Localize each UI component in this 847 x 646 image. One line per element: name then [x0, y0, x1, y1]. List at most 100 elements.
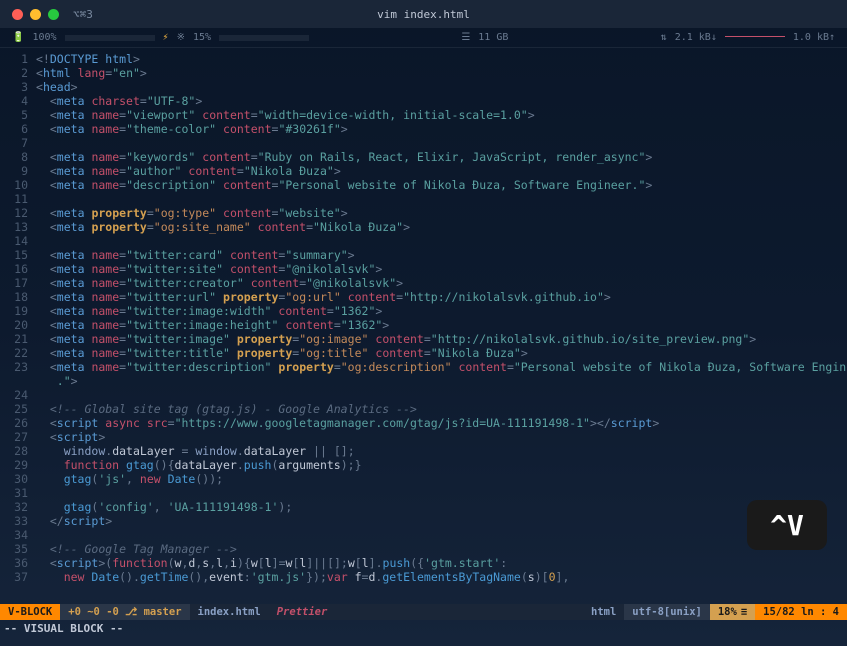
minimize-icon[interactable] — [30, 9, 41, 20]
code-content[interactable]: ."> — [36, 374, 847, 388]
code-line[interactable]: 35 <!-- Google Tag Manager --> — [0, 542, 847, 556]
code-content[interactable] — [36, 528, 847, 542]
code-line[interactable]: 26 <script async src="https://www.google… — [0, 416, 847, 430]
line-number: 6 — [0, 122, 36, 136]
code-content[interactable]: <meta name="keywords" content="Ruby on R… — [36, 150, 847, 164]
code-content[interactable]: </script> — [36, 514, 847, 528]
vim-statusline: V-BLOCK +0 ~0 -0 ⎇ master index.html Pre… — [0, 604, 847, 620]
code-content[interactable]: <meta name="viewport" content="width=dev… — [36, 108, 847, 122]
code-line[interactable]: 16 <meta name="twitter:site" content="@n… — [0, 262, 847, 276]
code-content[interactable]: <!-- Google Tag Manager --> — [36, 542, 847, 556]
code-line[interactable]: 13 <meta property="og:site_name" content… — [0, 220, 847, 234]
line-number: 20 — [0, 318, 36, 332]
code-content[interactable]: <meta name="twitter:image" property="og:… — [36, 332, 847, 346]
code-content[interactable]: <meta property="og:type" content="websit… — [36, 206, 847, 220]
tab-label[interactable]: ⌥⌘3 — [73, 8, 93, 21]
net-sparkline — [725, 32, 785, 44]
code-content[interactable]: <!DOCTYPE html> — [36, 52, 847, 66]
code-content[interactable] — [36, 486, 847, 500]
code-content[interactable]: <meta name="twitter:image:width" content… — [36, 304, 847, 318]
code-line[interactable]: 18 <meta name="twitter:url" property="og… — [0, 290, 847, 304]
cpu-icon: ※ — [177, 32, 185, 43]
code-line[interactable]: 19 <meta name="twitter:image:width" cont… — [0, 304, 847, 318]
code-content[interactable]: <script>(function(w,d,s,l,i){w[l]=w[l]||… — [36, 556, 847, 570]
code-content[interactable]: function gtag(){dataLayer.push(arguments… — [36, 458, 847, 472]
line-number: 22 — [0, 346, 36, 360]
editor-viewport[interactable]: 1<!DOCTYPE html>2<html lang="en">3<head>… — [0, 48, 847, 604]
net-up: 1.0 kB↑ — [793, 32, 835, 43]
code-line[interactable]: 30 gtag('js', new Date()); — [0, 472, 847, 486]
code-content[interactable]: <head> — [36, 80, 847, 94]
code-content[interactable]: <meta name="twitter:site" content="@niko… — [36, 262, 847, 276]
code-line[interactable]: 7 — [0, 136, 847, 150]
code-line[interactable]: 34 — [0, 528, 847, 542]
code-content[interactable]: <meta name="author" content="Nikola Đuza… — [36, 164, 847, 178]
code-content[interactable]: <meta name="twitter:creator" content="@n… — [36, 276, 847, 290]
code-line[interactable]: 8 <meta name="keywords" content="Ruby on… — [0, 150, 847, 164]
code-content[interactable]: <meta property="og:site_name" content="N… — [36, 220, 847, 234]
line-number: 3 — [0, 80, 36, 94]
code-content[interactable]: <script> — [36, 430, 847, 444]
vim-modeline: -- VISUAL BLOCK -- — [0, 620, 847, 636]
code-content[interactable]: gtag('config', 'UA-111191498-1'); — [36, 500, 847, 514]
code-line[interactable]: 10 <meta name="description" content="Per… — [0, 178, 847, 192]
code-line[interactable]: 3<head> — [0, 80, 847, 94]
cpu-pct: 15% — [193, 32, 211, 43]
code-content[interactable]: <script async src="https://www.googletag… — [36, 416, 847, 430]
code-line[interactable]: ."> — [0, 374, 847, 388]
code-content[interactable]: <html lang="en"> — [36, 66, 847, 80]
line-number: 14 — [0, 234, 36, 248]
zoom-icon[interactable] — [48, 9, 59, 20]
code-line[interactable]: 31 — [0, 486, 847, 500]
code-content[interactable] — [36, 388, 847, 402]
code-content[interactable]: <meta name="twitter:card" content="summa… — [36, 248, 847, 262]
code-line[interactable]: 4 <meta charset="UTF-8"> — [0, 94, 847, 108]
line-number: 16 — [0, 262, 36, 276]
code-line[interactable]: 21 <meta name="twitter:image" property="… — [0, 332, 847, 346]
battery-icon: 🔋 — [12, 32, 24, 43]
code-content[interactable]: <meta name="twitter:url" property="og:ur… — [36, 290, 847, 304]
code-line[interactable]: 12 <meta property="og:type" content="web… — [0, 206, 847, 220]
line-number: 25 — [0, 402, 36, 416]
code-line[interactable]: 2<html lang="en"> — [0, 66, 847, 80]
code-content[interactable]: <meta charset="UTF-8"> — [36, 94, 847, 108]
code-content[interactable]: <!-- Global site tag (gtag.js) - Google … — [36, 402, 847, 416]
code-line[interactable]: 22 <meta name="twitter:title" property="… — [0, 346, 847, 360]
line-number: 32 — [0, 500, 36, 514]
code-line[interactable]: 6 <meta name="theme-color" content="#302… — [0, 122, 847, 136]
code-line[interactable]: 23 <meta name="twitter:description" prop… — [0, 360, 847, 374]
code-content[interactable]: new Date().getTime(),event:'gtm.js'});va… — [36, 570, 847, 584]
code-line[interactable]: 36 <script>(function(w,d,s,l,i){w[l]=w[l… — [0, 556, 847, 570]
code-line[interactable]: 29 function gtag(){dataLayer.push(argume… — [0, 458, 847, 472]
code-content[interactable]: <meta name="twitter:title" property="og:… — [36, 346, 847, 360]
code-line[interactable]: 33 </script> — [0, 514, 847, 528]
status-mode: V-BLOCK — [0, 604, 60, 620]
code-line[interactable]: 20 <meta name="twitter:image:height" con… — [0, 318, 847, 332]
code-line[interactable]: 14 — [0, 234, 847, 248]
lightning-icon: ⚡ — [163, 32, 169, 43]
code-content[interactable] — [36, 192, 847, 206]
code-line[interactable]: 5 <meta name="viewport" content="width=d… — [0, 108, 847, 122]
code-content[interactable]: <meta name="theme-color" content="#30261… — [36, 122, 847, 136]
code-content[interactable]: <meta name="twitter:description" propert… — [36, 360, 847, 374]
code-content[interactable]: window.dataLayer = window.dataLayer || [… — [36, 444, 847, 458]
close-icon[interactable] — [12, 9, 23, 20]
line-number: 4 — [0, 94, 36, 108]
code-line[interactable]: 17 <meta name="twitter:creator" content=… — [0, 276, 847, 290]
code-line[interactable]: 1<!DOCTYPE html> — [0, 52, 847, 66]
code-line[interactable]: 9 <meta name="author" content="Nikola Đu… — [0, 164, 847, 178]
code-line[interactable]: 32 gtag('config', 'UA-111191498-1'); — [0, 500, 847, 514]
code-line[interactable]: 24 — [0, 388, 847, 402]
status-encoding: utf-8[unix] — [624, 604, 710, 620]
code-content[interactable]: <meta name="description" content="Person… — [36, 178, 847, 192]
code-content[interactable]: gtag('js', new Date()); — [36, 472, 847, 486]
code-line[interactable]: 28 window.dataLayer = window.dataLayer |… — [0, 444, 847, 458]
code-line[interactable]: 37 new Date().getTime(),event:'gtm.js'})… — [0, 570, 847, 584]
code-content[interactable] — [36, 234, 847, 248]
code-line[interactable]: 11 — [0, 192, 847, 206]
code-line[interactable]: 27 <script> — [0, 430, 847, 444]
code-line[interactable]: 15 <meta name="twitter:card" content="su… — [0, 248, 847, 262]
code-content[interactable]: <meta name="twitter:image:height" conten… — [36, 318, 847, 332]
code-line[interactable]: 25 <!-- Global site tag (gtag.js) - Goog… — [0, 402, 847, 416]
code-content[interactable] — [36, 136, 847, 150]
